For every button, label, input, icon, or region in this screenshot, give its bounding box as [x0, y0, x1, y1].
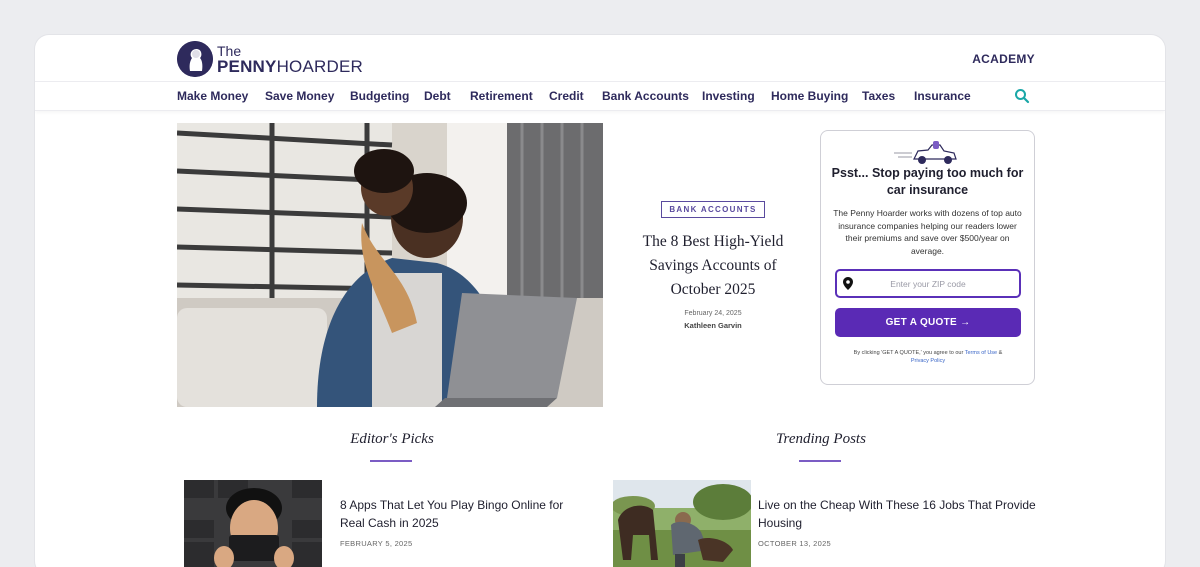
trending-post-date: OCTOBER 13, 2025 [758, 539, 832, 548]
widget-fine-print: By clicking 'GET A QUOTE,' you agree to … [839, 349, 1017, 365]
logo-profile-icon [177, 41, 213, 77]
logo-hoarder: HOARDER [276, 57, 363, 76]
zip-code-input[interactable]: Enter your ZIP code [835, 269, 1021, 298]
browser-frame: The PENNYHOARDER ACADEMY Make Money Save… [35, 35, 1165, 567]
nav-item-insurance[interactable]: Insurance [914, 89, 971, 103]
academy-link[interactable]: ACADEMY [972, 52, 1035, 66]
main-nav: Make Money Save Money Budgeting Debt Ret… [35, 82, 1165, 111]
terms-of-use-link[interactable]: Terms of Use [965, 350, 997, 356]
search-icon[interactable] [1014, 88, 1030, 104]
logo-name: PENNYHOARDER [217, 57, 363, 76]
trending-post-title[interactable]: Live on the Cheap With These 16 Jobs Tha… [758, 496, 1038, 532]
widget-title: Psst... Stop paying too much for car ins… [831, 166, 1024, 197]
hero-image[interactable] [177, 123, 603, 407]
nav-item-retirement[interactable]: Retirement [470, 89, 533, 103]
site-logo[interactable]: The PENNYHOARDER [177, 41, 363, 77]
nav-item-bank-accounts[interactable]: Bank Accounts [602, 89, 689, 103]
get-a-quote-label: GET A QUOTE [885, 317, 958, 328]
nav-item-home-buying[interactable]: Home Buying [771, 89, 848, 103]
hero-author[interactable]: Kathleen Garvin [627, 321, 799, 330]
editors-picks-title: Editor's Picks [350, 431, 434, 447]
nav-item-investing[interactable]: Investing [702, 89, 755, 103]
logo-wordmark: The PENNYHOARDER [217, 44, 363, 76]
get-a-quote-button[interactable]: GET A QUOTE → [835, 308, 1021, 337]
zip-placeholder: Enter your ZIP code [890, 279, 966, 289]
car-illustration-icon [894, 141, 957, 164]
editors-pick-title[interactable]: 8 Apps That Let You Play Bingo Online fo… [340, 496, 590, 532]
hero-article: BANK ACCOUNTS The 8 Best High-Yield Savi… [627, 199, 799, 330]
trending-post-image[interactable] [613, 480, 751, 567]
fine-print-and: & [998, 350, 1003, 356]
nav-item-credit[interactable]: Credit [549, 89, 584, 103]
hero-title[interactable]: The 8 Best High-Yield Savings Accounts o… [627, 230, 799, 302]
editors-pick-date: FEBRUARY 5, 2025 [340, 539, 413, 548]
widget-description: The Penny Hoarder works with dozens of t… [833, 208, 1022, 256]
category-badge[interactable]: BANK ACCOUNTS [661, 201, 765, 218]
insurance-widget: Psst... Stop paying too much for car ins… [820, 130, 1035, 385]
nav-item-save-money[interactable]: Save Money [265, 89, 334, 103]
privacy-policy-link[interactable]: Privacy Policy [911, 358, 945, 364]
fine-print-prefix: By clicking 'GET A QUOTE,' you agree to … [853, 350, 964, 356]
editors-pick-image[interactable] [184, 480, 322, 567]
nav-item-budgeting[interactable]: Budgeting [350, 89, 409, 103]
site-header: The PENNYHOARDER ACADEMY [35, 35, 1165, 82]
arrow-right-icon: → [960, 317, 971, 328]
trending-posts-title: Trending Posts [776, 431, 866, 447]
editors-picks-underline [370, 460, 412, 462]
nav-item-taxes[interactable]: Taxes [862, 89, 895, 103]
hero-date: February 24, 2025 [684, 310, 742, 317]
nav-item-debt[interactable]: Debt [424, 89, 451, 103]
logo-penny: PENNY [217, 57, 277, 76]
trending-posts-underline [799, 460, 841, 462]
nav-item-make-money[interactable]: Make Money [177, 89, 248, 103]
